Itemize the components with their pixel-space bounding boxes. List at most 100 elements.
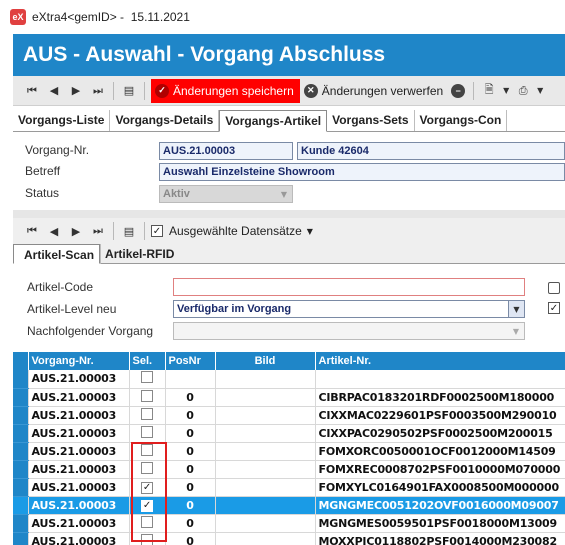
- cell-bild[interactable]: [215, 370, 316, 389]
- row-select-checkbox[interactable]: ✓: [141, 481, 153, 494]
- cell-bild[interactable]: [215, 496, 316, 515]
- cell-posnr[interactable]: 0: [165, 514, 216, 533]
- row-select-checkbox[interactable]: [141, 389, 153, 402]
- row-select-checkbox[interactable]: [141, 533, 153, 545]
- cell-vorgang[interactable]: AUS.21.00003: [28, 478, 130, 497]
- previous-record-icon[interactable]: ◀: [43, 225, 65, 238]
- row-select-checkbox[interactable]: [141, 371, 153, 384]
- first-record-icon[interactable]: ⏮: [21, 84, 43, 98]
- table-row[interactable]: AUS.21.00003 0 CIXXMAC0229601PSF0003500M29…: [13, 406, 565, 425]
- tab-vorgangs-con[interactable]: Vorgangs-Con: [415, 110, 508, 131]
- cell-bild[interactable]: [215, 406, 316, 425]
- list-view-icon[interactable]: ▤: [118, 84, 140, 97]
- cell-artikel[interactable]: CIBRPAC0183201RDF0002500M180000: [315, 388, 565, 407]
- cell-vorgang[interactable]: AUS.21.00003: [28, 496, 130, 515]
- discard-changes-button[interactable]: ✕ Änderungen verwerfen: [300, 79, 447, 103]
- row-select-checkbox[interactable]: [141, 407, 153, 420]
- table-row[interactable]: AUS.21.00003 0 MOXXPIC0118802PSF0014000M23…: [13, 532, 565, 545]
- cell-sel[interactable]: ✓: [129, 496, 166, 515]
- row-indicator[interactable]: [13, 496, 29, 515]
- next-record-icon[interactable]: ▶: [65, 225, 87, 238]
- cell-bild[interactable]: [215, 478, 316, 497]
- cell-sel[interactable]: [129, 442, 166, 461]
- column-header-posnr[interactable]: PosNr: [165, 352, 216, 370]
- betreff-field[interactable]: Auswahl Einzelsteine Showroom: [159, 163, 565, 181]
- chevron-down-icon[interactable]: ▼: [307, 227, 313, 236]
- row-select-checkbox[interactable]: [141, 515, 153, 528]
- vorgang-field[interactable]: AUS.21.00003: [159, 142, 293, 160]
- tab-vorgans-sets[interactable]: Vorgans-Sets: [327, 110, 415, 131]
- row-indicator[interactable]: [13, 424, 29, 443]
- cell-sel[interactable]: [129, 388, 166, 407]
- column-header-bild[interactable]: Bild: [215, 352, 316, 370]
- cell-artikel[interactable]: FOMXREC0008702PSF0010000M070000: [315, 460, 565, 479]
- row-indicator[interactable]: [13, 442, 29, 461]
- previous-record-icon[interactable]: ◀: [43, 84, 65, 97]
- cell-bild[interactable]: [215, 460, 316, 479]
- save-changes-button[interactable]: ✓ Änderungen speichern: [151, 78, 300, 103]
- cell-vorgang[interactable]: AUS.21.00003: [28, 388, 130, 407]
- table-row[interactable]: AUS.21.00003 0 MGNGMES0059501PSF0018000M13…: [13, 514, 565, 533]
- cell-posnr[interactable]: 0: [165, 532, 216, 545]
- cell-artikel[interactable]: FOMXORC0050001OCF0012000M14509: [315, 442, 565, 461]
- row-select-checkbox[interactable]: [141, 461, 153, 474]
- cell-posnr[interactable]: 0: [165, 478, 216, 497]
- cell-posnr[interactable]: 0: [165, 460, 216, 479]
- cell-posnr[interactable]: 0: [165, 388, 216, 407]
- cell-posnr[interactable]: 0: [165, 406, 216, 425]
- row-select-checkbox[interactable]: ✓: [141, 499, 153, 512]
- cell-vorgang[interactable]: AUS.21.00003: [28, 460, 130, 479]
- option-checkbox-checked[interactable]: ✓: [548, 302, 560, 314]
- artikel-code-input[interactable]: [173, 278, 525, 296]
- remove-icon[interactable]: −: [451, 83, 466, 98]
- table-row[interactable]: AUS.21.00003 0 CIXXPAC0290502PSF0002500M20…: [13, 424, 565, 443]
- kunde-field[interactable]: Kunde 42604: [297, 142, 565, 160]
- table-row[interactable]: AUS.21.00003 ✓ 0 MGNGMEC0051202OVF0016000M0…: [13, 496, 565, 515]
- cell-sel[interactable]: [129, 406, 166, 425]
- tab-artikel-rfid[interactable]: Artikel-RFID: [100, 244, 179, 264]
- artikel-level-select[interactable]: Verfügbar im Vorgang ▼: [173, 300, 525, 318]
- cell-sel[interactable]: [129, 514, 166, 533]
- tab-vorgangs-details[interactable]: Vorgangs-Details: [110, 110, 220, 131]
- cell-artikel[interactable]: CIXXMAC0229601PSF0003500M290010: [315, 406, 565, 425]
- column-header-sel[interactable]: Sel.: [129, 352, 166, 370]
- last-record-icon[interactable]: ⏭: [87, 224, 109, 238]
- row-indicator[interactable]: [13, 460, 29, 479]
- column-header-artikel[interactable]: Artikel-Nr.: [315, 352, 565, 370]
- table-row[interactable]: AUS.21.00003 0 CIBRPAC0183201RDF0002500M18…: [13, 388, 565, 407]
- tab-vorgangs-liste[interactable]: Vorgangs-Liste: [13, 110, 111, 131]
- row-select-checkbox[interactable]: [141, 425, 153, 438]
- cell-vorgang[interactable]: AUS.21.00003: [28, 532, 130, 545]
- row-indicator[interactable]: [13, 532, 29, 545]
- cell-artikel[interactable]: MOXXPIC0118802PSF0014000M230082: [315, 532, 565, 545]
- cell-sel[interactable]: [129, 370, 166, 389]
- cell-sel[interactable]: [129, 532, 166, 545]
- table-row[interactable]: AUS.21.00003: [13, 370, 565, 389]
- selected-records-label[interactable]: Ausgewählte Datensätze: [169, 224, 302, 238]
- cell-bild[interactable]: [215, 514, 316, 533]
- tab-artikel-scan[interactable]: Artikel-Scan: [13, 244, 101, 264]
- cell-sel[interactable]: [129, 424, 166, 443]
- table-row[interactable]: AUS.21.00003 ✓ 0 FOMXYLC0164901FAX0008500M0…: [13, 478, 565, 497]
- cell-artikel[interactable]: MGNGMEC0051202OVF0016000M09007: [315, 496, 565, 515]
- chevron-down-icon[interactable]: ▼: [534, 86, 546, 95]
- list-view-icon[interactable]: ▤: [118, 225, 140, 238]
- row-indicator[interactable]: [13, 370, 29, 389]
- first-record-icon[interactable]: ⏮: [21, 224, 43, 238]
- document-search-icon[interactable]: 🗎: [478, 81, 500, 100]
- cell-bild[interactable]: [215, 388, 316, 407]
- row-indicator[interactable]: [13, 514, 29, 533]
- cell-vorgang[interactable]: AUS.21.00003: [28, 514, 130, 533]
- next-record-icon[interactable]: ▶: [65, 84, 87, 97]
- nachfolgender-vorgang-select[interactable]: ▼: [173, 322, 525, 340]
- cell-posnr[interactable]: 0: [165, 424, 216, 443]
- option-checkbox[interactable]: [548, 282, 560, 294]
- cell-artikel[interactable]: MGNGMES0059501PSF0018000M13009: [315, 514, 565, 533]
- cell-vorgang[interactable]: AUS.21.00003: [28, 406, 130, 425]
- print-icon[interactable]: ⎙: [512, 84, 534, 98]
- tab-vorgangs-artikel[interactable]: Vorgangs-Artikel: [219, 110, 328, 132]
- cell-artikel[interactable]: [315, 370, 565, 389]
- row-indicator[interactable]: [13, 406, 29, 425]
- cell-artikel[interactable]: CIXXPAC0290502PSF0002500M200015: [315, 424, 565, 443]
- cell-bild[interactable]: [215, 532, 316, 545]
